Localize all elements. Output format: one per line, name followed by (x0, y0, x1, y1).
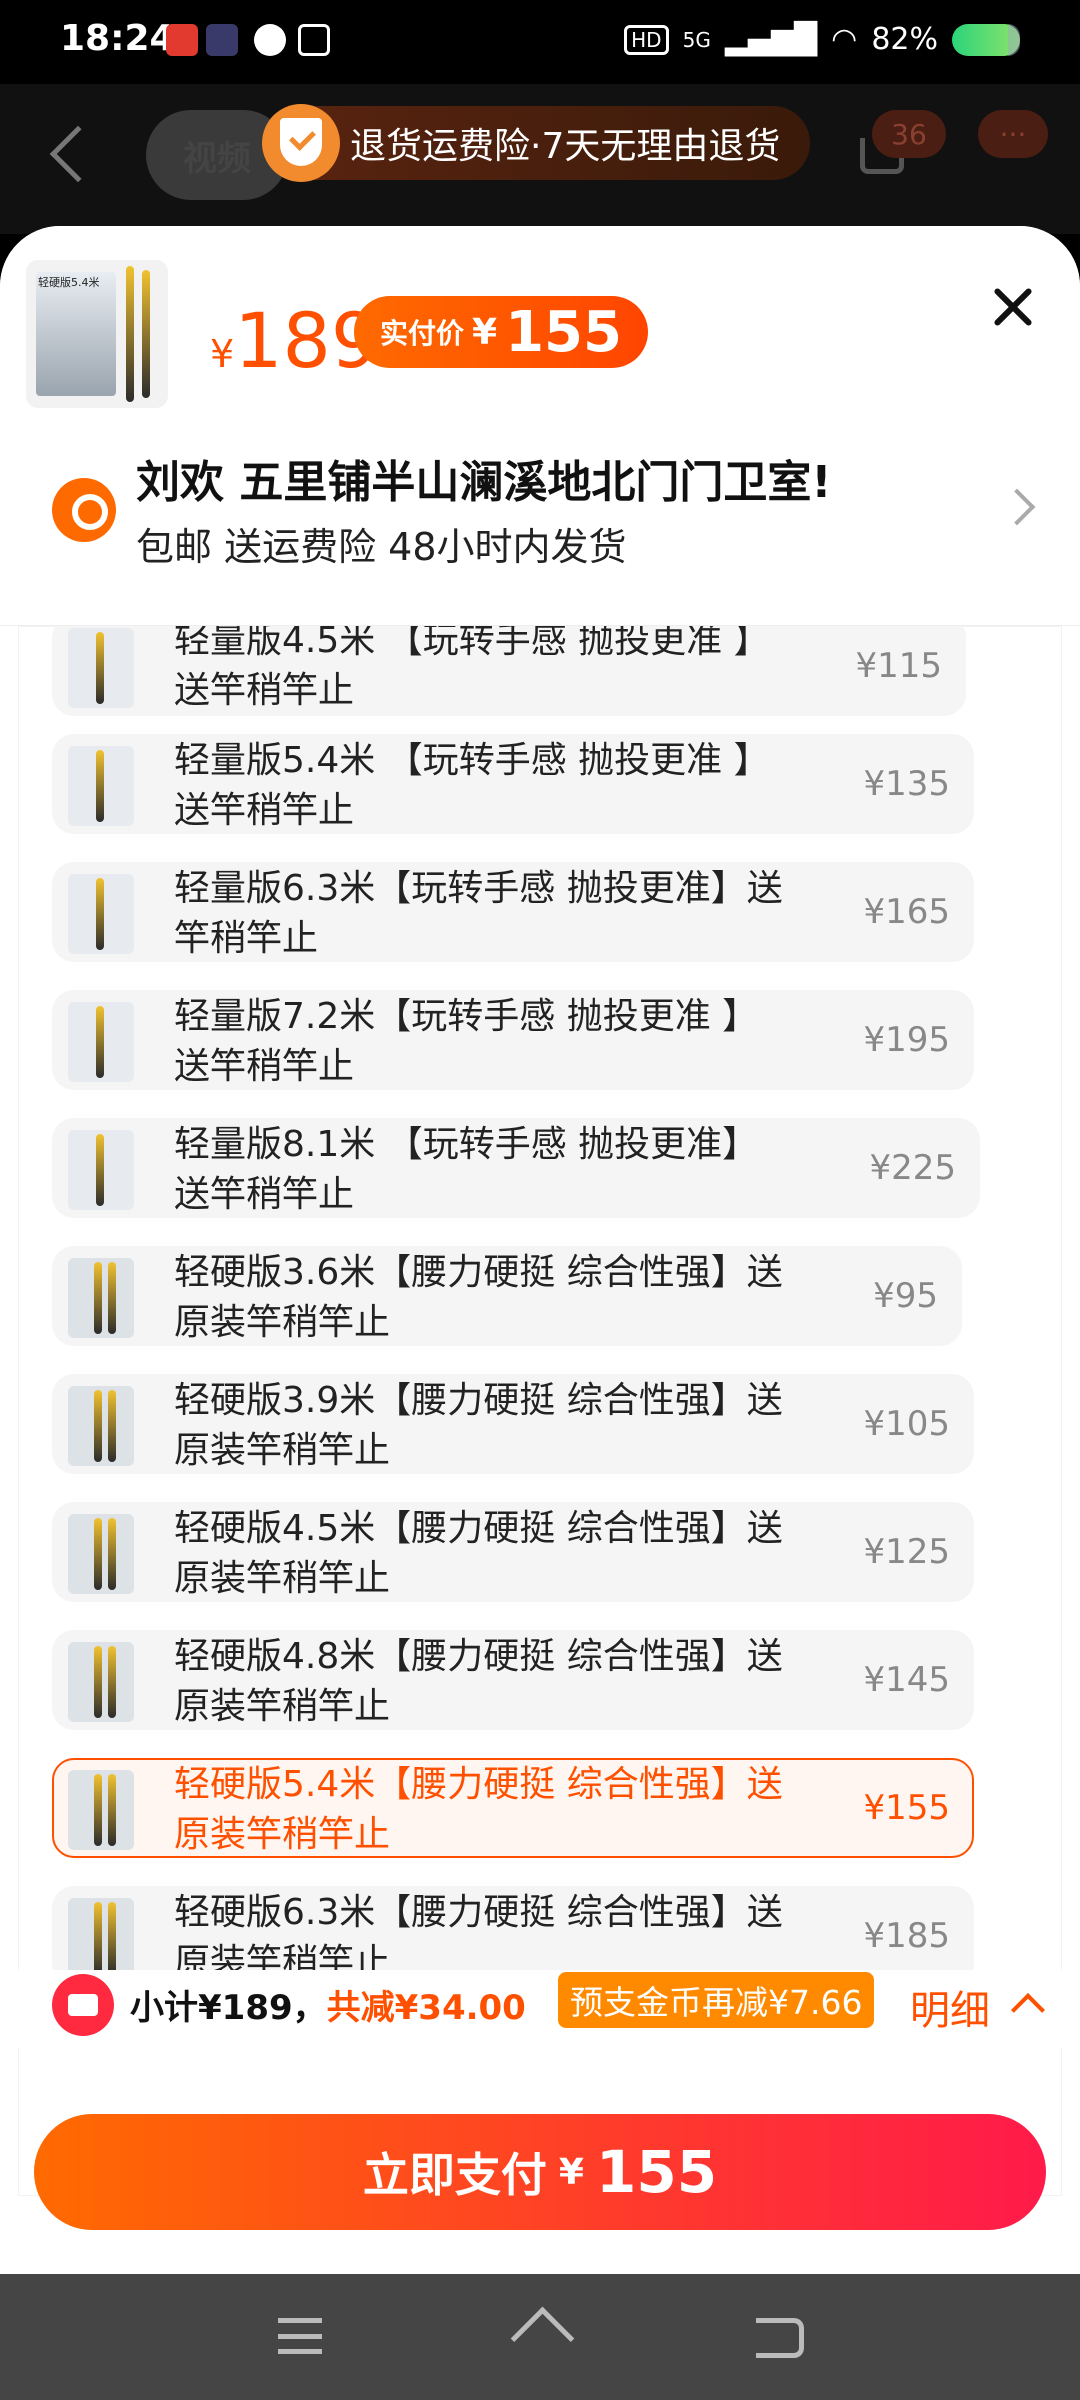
sku-price: ¥195 (863, 1020, 950, 1060)
reduction-value: 共减¥34.00 (326, 1988, 526, 2028)
sku-thumbnail (68, 1642, 134, 1722)
actual-price-badge: 实付价 ¥ 155 (354, 296, 648, 368)
chevron-up-icon[interactable] (1011, 1993, 1045, 2027)
status-time: 18:24 (60, 18, 175, 59)
order-summary: 小计¥189，共减¥34.00 预支金币再减¥7.66 明细 (0, 1970, 1080, 2048)
subtotal-value: 小计¥189， (130, 1988, 327, 2028)
more-button[interactable]: ··· (978, 110, 1048, 158)
sku-label: 轻硬版3.9米【腰力硬挺 综合性强】送原装竿稍竿止 (174, 1380, 783, 1471)
sku-option[interactable]: 轻硬版3.6米【腰力硬挺 综合性强】送原装竿稍竿止 ¥95 (52, 1246, 962, 1346)
cart-count-badge: 36 (872, 110, 946, 158)
sku-label: 轻量版4.5米 【玩转手感 抛投更准 】送竿稍竿止 (174, 626, 770, 711)
sku-thumbnail (68, 746, 134, 826)
banner-text: 退货运费险·7天无理由退货 (350, 126, 781, 167)
price-currency: ¥ (210, 332, 235, 376)
back-icon[interactable] (49, 125, 107, 183)
sku-price: ¥165 (863, 892, 950, 932)
sku-option[interactable]: 轻硬版3.9米【腰力硬挺 综合性强】送原装竿稍竿止 ¥105 (52, 1374, 974, 1474)
battery-label: 82% (871, 22, 938, 57)
thumbnail-caption: 轻硬版5.4米 (38, 276, 100, 289)
sku-price: ¥185 (863, 1916, 950, 1956)
coin-discount-tag: 预支金币再减¥7.66 (558, 1972, 875, 2028)
sku-thumbnail (68, 628, 134, 708)
sku-label: 轻量版6.3米【玩转手感 抛投更准】送竿稍竿止 (174, 868, 783, 959)
pay-button-currency: ¥ (558, 2151, 584, 2193)
sku-price: ¥95 (873, 1276, 938, 1316)
sku-label: 轻量版7.2米【玩转手感 抛投更准 】送竿稍竿止 (174, 996, 759, 1087)
hd-icon: HD (624, 24, 669, 55)
sku-label: 轻硬版4.8米【腰力硬挺 综合性强】送原装竿稍竿止 (174, 1636, 783, 1727)
subtotal-text: 小计¥189，共减¥34.00 (130, 1980, 526, 2029)
system-navigation-bar (0, 2274, 1080, 2400)
sku-list: 轻量版4.5米 【玩转手感 抛投更准 】送竿稍竿止 ¥115 轻量版5.4米 【… (18, 626, 1062, 2196)
sku-option[interactable]: 轻量版4.5米 【玩转手感 抛投更准 】送竿稍竿止 ¥115 (52, 626, 966, 716)
detail-link[interactable]: 明细 (910, 1978, 990, 2036)
network-label: 5G (682, 27, 711, 52)
notification-app-icon (206, 24, 238, 56)
notification-app-icon (166, 24, 198, 56)
original-price: ¥ 189 (210, 296, 379, 385)
sku-thumbnail (68, 1002, 134, 1082)
sku-thumbnail (68, 1386, 134, 1466)
sku-thumbnail (68, 1514, 134, 1594)
sku-option[interactable]: 轻量版7.2米【玩转手感 抛投更准 】送竿稍竿止 ¥195 (52, 990, 974, 1090)
coupon-icon (52, 1974, 114, 2036)
actual-price-currency: ¥ (472, 311, 498, 353)
home-icon[interactable] (512, 2316, 568, 2360)
guarantee-banner: 退货运费险·7天无理由退货 (262, 104, 811, 182)
sku-thumbnail (68, 1258, 134, 1338)
sku-price: ¥225 (869, 1148, 956, 1188)
wifi-icon: ◠ (831, 22, 858, 57)
close-icon[interactable] (990, 284, 1034, 328)
sku-label: 轻硬版4.5米【腰力硬挺 综合性强】送原装竿稍竿止 (174, 1508, 783, 1599)
sku-thumbnail (68, 1898, 134, 1978)
battery-icon (952, 23, 1020, 56)
pay-button-label: 立即支付 (362, 2148, 547, 2202)
notification-app-icon (254, 24, 286, 56)
sku-price: ¥135 (863, 764, 950, 804)
sku-price: ¥105 (863, 1404, 950, 1444)
sku-price: ¥115 (855, 646, 942, 686)
actual-price-value: 155 (505, 299, 622, 365)
sku-thumbnail (68, 1770, 134, 1850)
sku-label: 轻硬版3.6米【腰力硬挺 综合性强】送原装竿稍竿止 (174, 1252, 783, 1343)
notification-app-icon (298, 24, 330, 56)
sku-option-selected[interactable]: 轻硬版5.4米【腰力硬挺 综合性强】送原装竿稍竿止 ¥155 (52, 1758, 974, 1858)
sku-option[interactable]: 轻量版5.4米 【玩转手感 抛投更准 】送竿稍竿止 ¥135 (52, 734, 974, 834)
sku-selection-sheet: 轻硬版5.4米 ¥ 189 实付价 ¥ 155 刘欢 五里铺半山澜溪地北门门卫室… (0, 226, 1080, 2274)
chevron-right-icon (998, 488, 1036, 526)
sku-price: ¥155 (863, 1788, 950, 1828)
status-bar: 18:24 HD 5G ▂▄▆█ ◠ 82% (0, 0, 1080, 84)
sku-option[interactable]: 轻量版8.1米 【玩转手感 抛投更准】送竿稍竿止 ¥225 (52, 1118, 980, 1218)
location-icon (52, 478, 116, 542)
recent-apps-icon[interactable] (278, 2318, 322, 2354)
product-thumbnail[interactable]: 轻硬版5.4米 (26, 260, 168, 408)
sku-thumbnail (68, 874, 134, 954)
shield-icon (262, 104, 340, 182)
shipping-info: 包邮 送运费险 48小时内发货 (136, 525, 627, 569)
sku-option[interactable]: 轻硬版4.8米【腰力硬挺 综合性强】送原装竿稍竿止 ¥145 (52, 1630, 974, 1730)
signal-icon: ▂▄▆█ (724, 22, 818, 57)
sku-label: 轻硬版5.4米【腰力硬挺 综合性强】送原装竿稍竿止 (174, 1764, 783, 1855)
sku-label: 轻量版8.1米 【玩转手感 抛投更准】送竿稍竿止 (174, 1124, 759, 1215)
address-row[interactable]: 刘欢 五里铺半山澜溪地北门门卫室! 包邮 送运费险 48小时内发货 (0, 426, 1080, 596)
sheet-header: 轻硬版5.4米 ¥ 189 实付价 ¥ 155 刘欢 五里铺半山澜溪地北门门卫室… (0, 226, 1080, 626)
sku-label: 轻量版5.4米 【玩转手感 抛投更准 】送竿稍竿止 (174, 740, 770, 831)
pay-now-button[interactable]: 立即支付 ¥ 155 (34, 2114, 1046, 2230)
actual-price-label: 实付价 (380, 317, 465, 350)
sku-price: ¥145 (863, 1660, 950, 1700)
sku-option[interactable]: 轻量版6.3米【玩转手感 抛投更准】送竿稍竿止 ¥165 (52, 862, 974, 962)
sku-price: ¥125 (863, 1532, 950, 1572)
address-name: 刘欢 五里铺半山澜溪地北门门卫室! (136, 457, 832, 508)
sku-option[interactable]: 轻硬版4.5米【腰力硬挺 综合性强】送原装竿稍竿止 ¥125 (52, 1502, 974, 1602)
system-back-icon[interactable] (756, 2318, 804, 2358)
pay-button-amount: 155 (595, 2138, 718, 2206)
sku-thumbnail (68, 1130, 134, 1210)
product-top-nav: 视频 图集 退货运费险·7天无理由退货 36 ··· (0, 84, 1080, 234)
